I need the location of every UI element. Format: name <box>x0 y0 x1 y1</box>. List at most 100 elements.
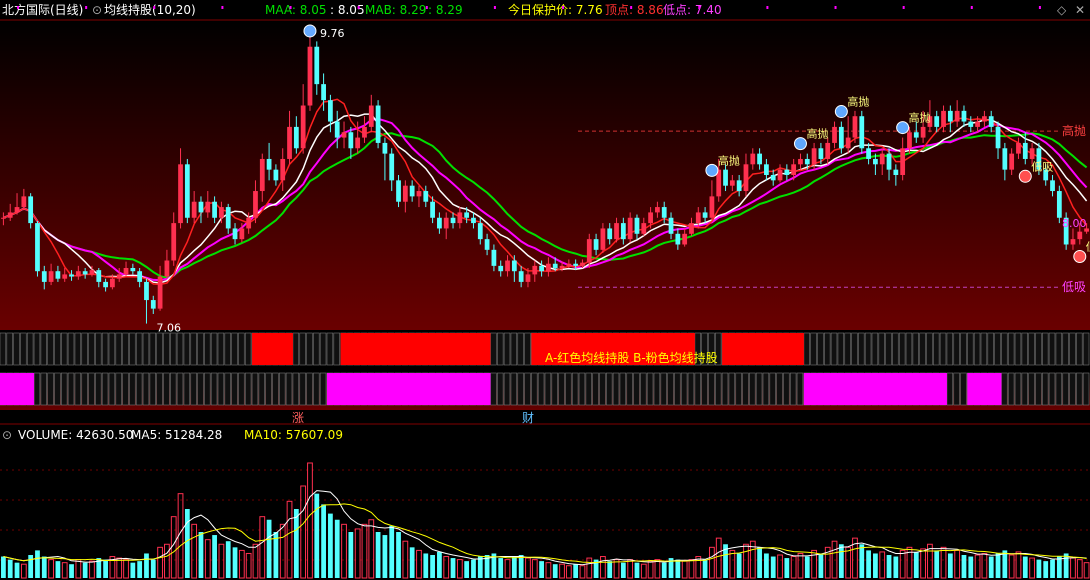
volume-bar <box>552 564 558 578</box>
band-a-cell <box>108 332 116 366</box>
tick-dot <box>357 6 360 9</box>
candlestick-chart[interactable]: 高抛低吸9.767.068.00高抛高抛高抛高抛低吸低吸A-红色均线持股 B-粉… <box>0 0 1090 580</box>
volume-bar <box>334 519 340 578</box>
candle-body <box>607 228 613 240</box>
candle-body <box>893 169 899 175</box>
band-b-cell <box>1035 372 1042 406</box>
band-a-cell <box>980 332 988 366</box>
candle <box>35 220 40 277</box>
band-a-cell <box>54 332 61 366</box>
candle-body <box>307 46 313 106</box>
band-a-cell <box>183 332 191 366</box>
candle-body <box>961 110 967 122</box>
band-a-cell <box>490 332 497 366</box>
low-suck-signal: 低吸 <box>1031 160 1053 173</box>
volume-bar <box>511 556 517 578</box>
volume-bar <box>504 559 511 579</box>
candle-body <box>1009 153 1015 170</box>
band-b-cell <box>95 372 102 406</box>
band-b-cell <box>749 372 756 406</box>
band-a-cell <box>1069 332 1076 366</box>
candle-body <box>736 180 742 192</box>
tick-dot <box>698 6 701 9</box>
volume-bar <box>531 559 538 579</box>
volume-bar <box>321 504 326 578</box>
volume-bar <box>1015 551 1022 579</box>
candle-body <box>430 201 435 218</box>
candle-body <box>232 228 238 240</box>
band-a-cell <box>101 332 109 366</box>
high-throw-signal: 高抛 <box>718 153 740 167</box>
band-b-cell <box>783 372 790 406</box>
band-b-cell <box>313 372 320 406</box>
candle-body <box>995 126 1001 149</box>
band-a-cell <box>871 332 879 366</box>
band-b-cell <box>599 372 606 406</box>
band-a-cell <box>197 332 204 366</box>
volume-bar <box>879 551 886 579</box>
band-a-cell <box>299 332 306 366</box>
high-throw-signal: 高抛 <box>909 111 931 125</box>
volume-bar <box>784 558 790 578</box>
candle-body <box>246 217 252 229</box>
volume-bar <box>818 553 824 578</box>
volume-bar <box>586 557 593 579</box>
candle-body <box>89 270 95 275</box>
candle-body <box>1050 180 1055 192</box>
volume-bar <box>409 547 415 578</box>
volume-bar <box>675 559 681 578</box>
band-b-cell <box>210 372 218 406</box>
candle-body <box>682 233 688 245</box>
volume-bar <box>757 547 762 578</box>
candle <box>184 158 190 224</box>
band-b-cell <box>1014 372 1022 406</box>
volume-bar <box>913 551 919 578</box>
high-signal-icon <box>834 105 848 119</box>
candle-body <box>941 110 946 127</box>
band-b-cell <box>1001 372 1008 406</box>
band-b-cell <box>135 372 143 406</box>
volume-bar <box>981 552 988 579</box>
candle-body <box>225 207 231 229</box>
candle-body <box>723 169 728 186</box>
band-b-cell <box>769 372 776 406</box>
volume-bar <box>804 556 810 578</box>
candle-body <box>205 201 211 213</box>
volume-bar <box>116 557 123 579</box>
band-a-fill <box>252 333 293 365</box>
band-b-cell <box>163 372 170 406</box>
band-b-cell <box>217 372 225 406</box>
candle-body <box>546 263 551 272</box>
volume-bar <box>82 562 88 578</box>
volume-bar <box>961 555 967 578</box>
band-b-cell <box>558 372 565 406</box>
candle-body <box>389 153 395 181</box>
candle-body <box>48 271 54 282</box>
marker-fin: 财 <box>522 411 534 425</box>
candle-body <box>35 223 40 272</box>
band-b-cell <box>272 372 279 406</box>
volume-bar <box>464 561 470 578</box>
band-b-cell <box>524 372 531 406</box>
volume-bar <box>89 560 95 579</box>
tick-dot <box>425 6 428 9</box>
volume-bar <box>1063 553 1069 578</box>
volume-bar <box>518 555 524 578</box>
band-a-cell <box>1042 332 1049 366</box>
candle-body <box>1056 191 1062 218</box>
volume-bar <box>252 543 259 579</box>
band-b-cell <box>660 372 667 406</box>
volume-bar <box>450 558 456 578</box>
volume-bar <box>797 552 804 579</box>
band-a-cell <box>88 332 95 366</box>
band-b-cell <box>292 372 300 406</box>
band-a-cell <box>885 332 892 366</box>
band-a-cell <box>1001 332 1008 366</box>
band-a-cell <box>803 332 810 366</box>
volume-bar <box>525 557 531 579</box>
band-a-cell <box>858 332 865 366</box>
candle-body <box>362 126 367 138</box>
candle-body <box>55 271 61 279</box>
candle-body <box>382 142 388 154</box>
volume-bar <box>1056 556 1062 578</box>
